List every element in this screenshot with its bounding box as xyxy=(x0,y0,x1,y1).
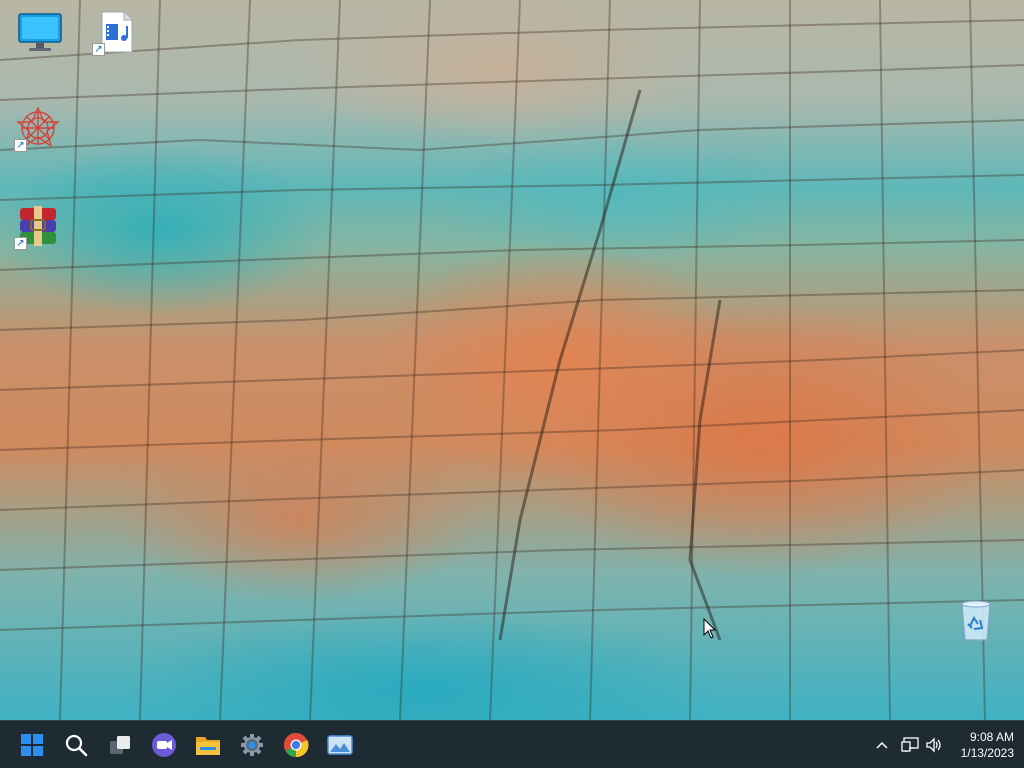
shortcut-arrow-icon: ↗ xyxy=(14,139,27,152)
taskbar: 9:08 AM 1/13/2023 xyxy=(0,720,1024,768)
clock[interactable]: 9:08 AM 1/13/2023 xyxy=(942,725,1014,765)
image-viewer-button[interactable] xyxy=(320,725,360,765)
chrome-icon xyxy=(284,733,309,758)
network-icon xyxy=(901,737,919,752)
winrar-icon[interactable]: ↗ xyxy=(14,202,62,250)
shortcut-arrow-icon: ↗ xyxy=(14,237,27,250)
settings-button[interactable] xyxy=(232,725,272,765)
shortcut-arrow-icon: ↗ xyxy=(92,43,105,56)
file-explorer-icon xyxy=(196,737,220,755)
image-viewer-icon xyxy=(327,735,353,755)
network-button[interactable] xyxy=(898,729,922,761)
app-shortcut-icon[interactable]: ↗ xyxy=(14,104,62,152)
start-button[interactable] xyxy=(12,725,52,765)
desktop[interactable]: ↗ ↗ ↗ xyxy=(0,0,1024,720)
mouse-cursor-icon xyxy=(703,618,717,639)
show-hidden-icons-button[interactable] xyxy=(870,729,894,761)
start-icon xyxy=(21,734,43,756)
recycle-bin-icon[interactable] xyxy=(952,596,1000,644)
task-view-icon xyxy=(110,736,130,754)
file-explorer-button[interactable] xyxy=(188,725,228,765)
search-icon xyxy=(65,734,88,757)
chevron-up-icon xyxy=(876,741,888,749)
this-pc-icon[interactable] xyxy=(16,8,64,56)
chat-button[interactable] xyxy=(144,725,184,765)
settings-icon xyxy=(241,734,263,756)
wallpaper-tiles xyxy=(0,0,1024,720)
volume-icon xyxy=(926,737,941,753)
media-file-icon[interactable]: ↗ xyxy=(92,8,140,56)
chrome-button[interactable] xyxy=(276,725,316,765)
task-view-button[interactable] xyxy=(100,725,140,765)
chat-icon xyxy=(152,733,176,757)
search-button[interactable] xyxy=(56,725,96,765)
clock-time: 9:08 AM xyxy=(969,730,1014,744)
clock-date: 1/13/2023 xyxy=(960,746,1014,760)
